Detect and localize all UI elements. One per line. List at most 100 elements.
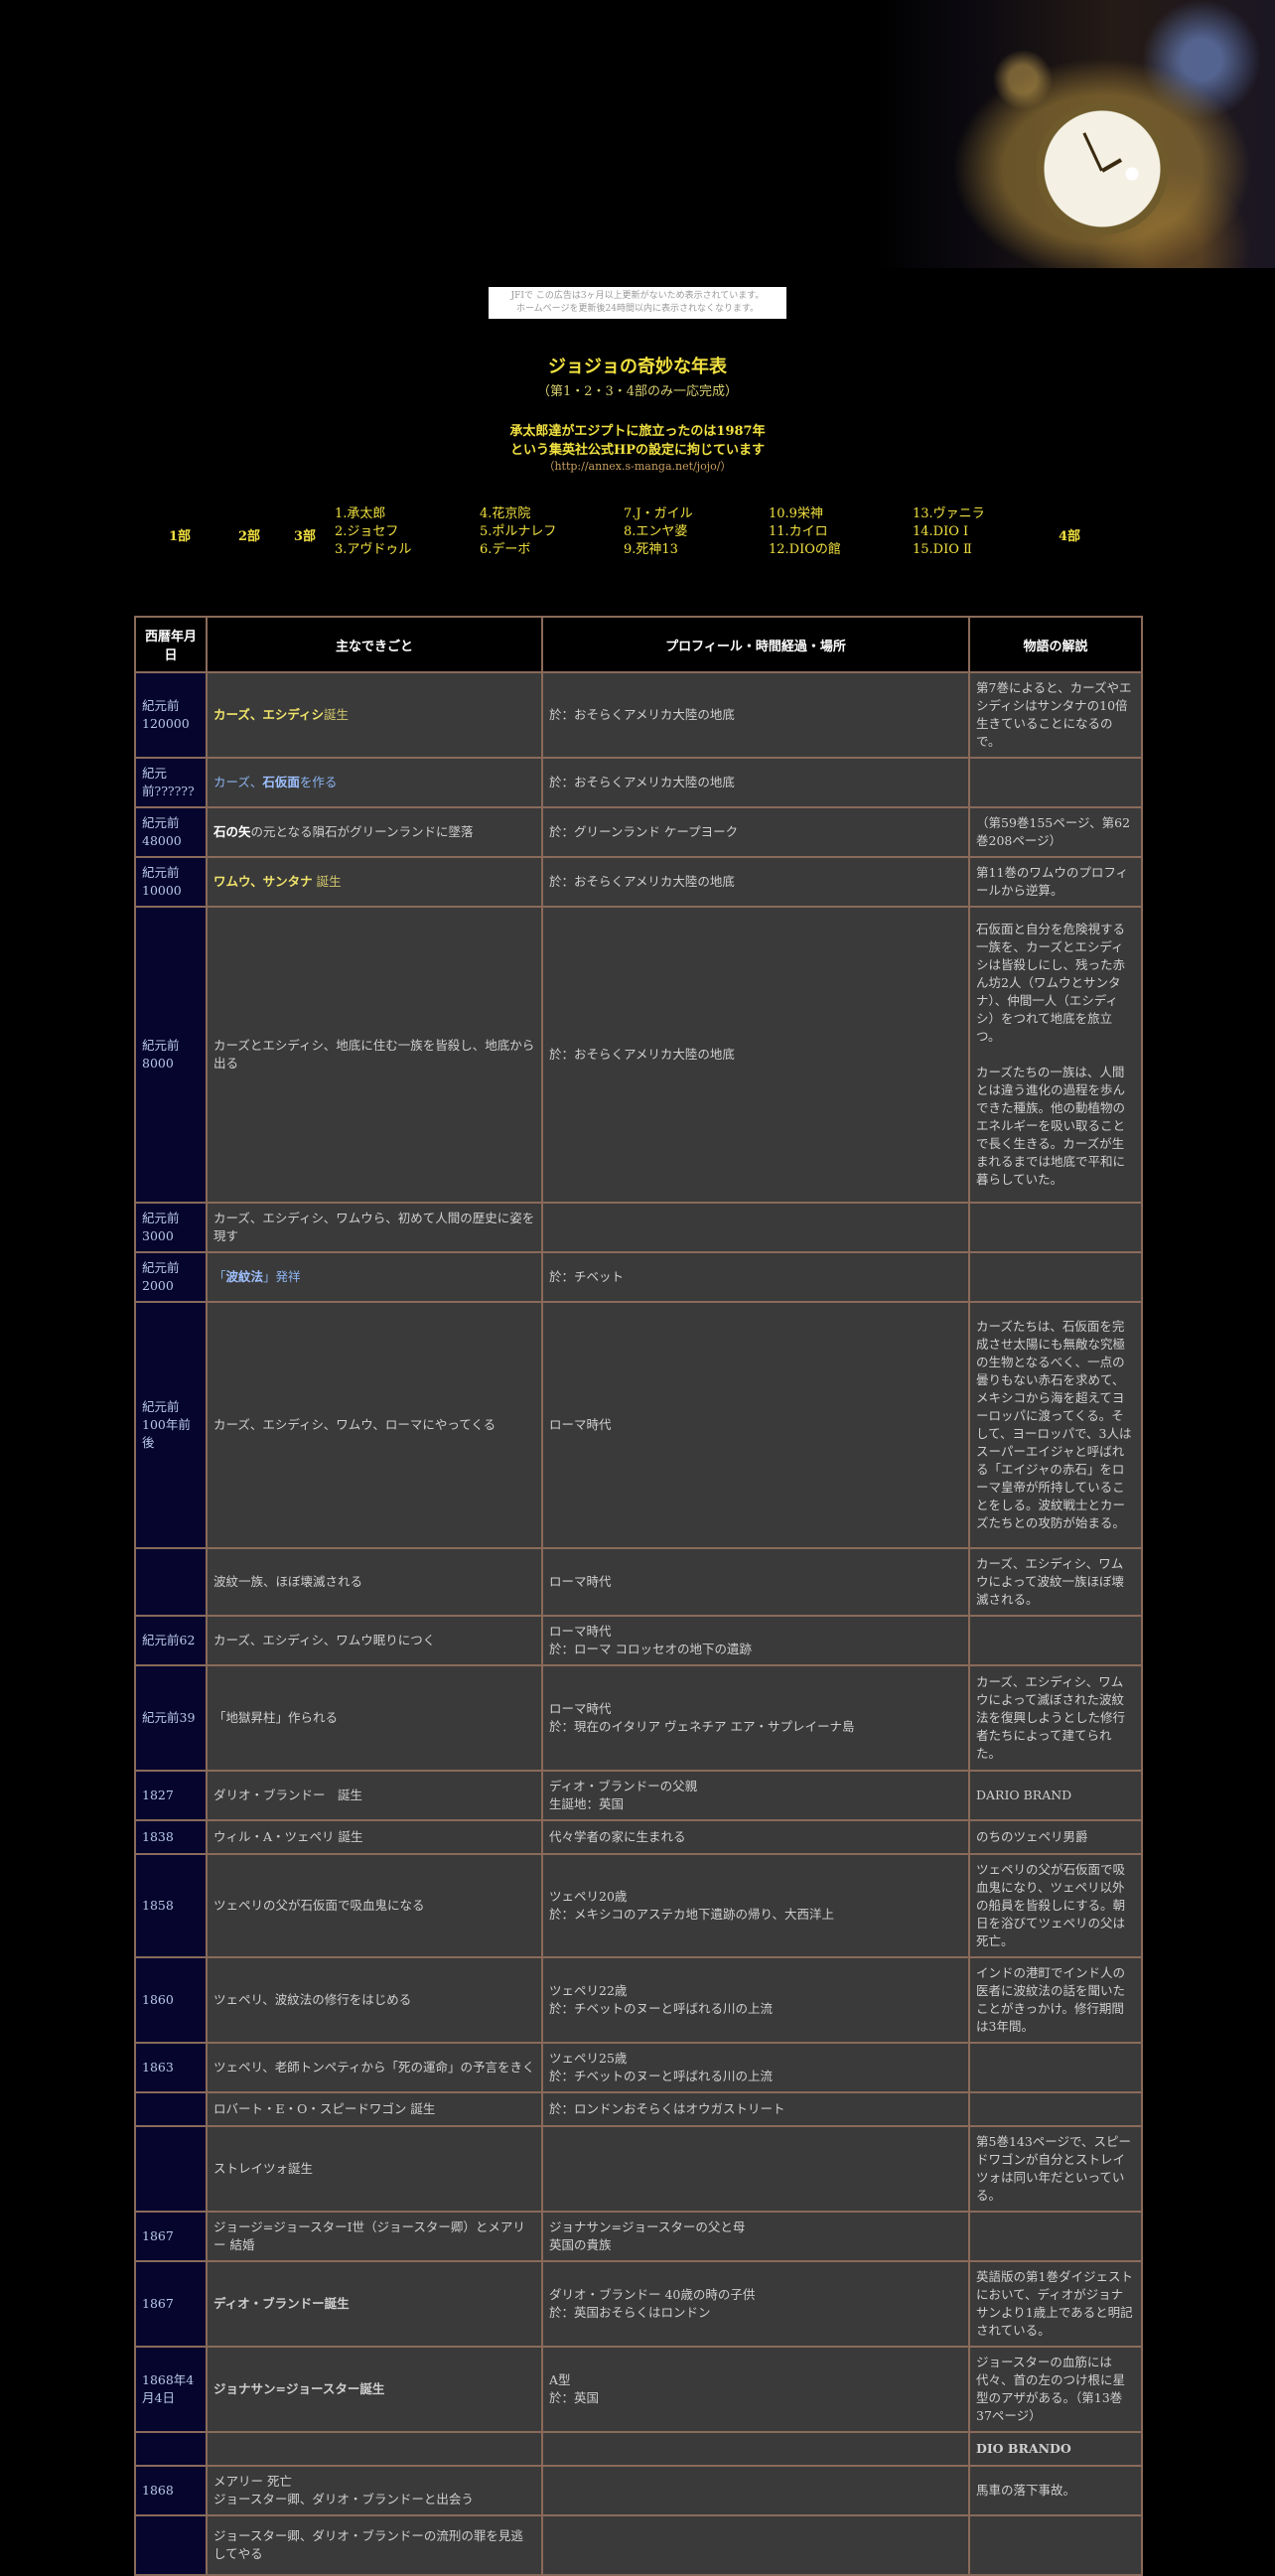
row-event <box>206 2431 543 2467</box>
row-event: ジョージ=ジョースターⅠ世（ジョースター卿）とメアリー 結婚 <box>206 2211 543 2262</box>
row-explain <box>968 757 1143 808</box>
row-event: ディオ・ブランドー誕生 <box>206 2260 543 2348</box>
row-date: 1827 <box>134 1770 208 1821</box>
event-text: 」発祥 <box>263 1269 301 1284</box>
nav-chapter-link[interactable]: 7.J・ガイル <box>624 505 693 523</box>
profile-line: ツェペリ22歳 <box>549 1983 628 1998</box>
row-explain: DIO BRANDO <box>968 2431 1143 2467</box>
profile-line: ディオ・ブランドーの父親 <box>549 1779 698 1793</box>
explain-paragraph: カーズたちの一族は、人間とは違う進化の過程を歩んできた種族。他の動植物のエネルギ… <box>976 1065 1126 1187</box>
nav-chapter-link[interactable]: 10.9栄神 <box>769 505 841 523</box>
nav-chapter-link[interactable]: 8.エンヤ婆 <box>624 523 693 541</box>
row-date: 紀元前?????? <box>134 757 208 808</box>
event-text: カーズ、 <box>213 775 263 789</box>
row-event: カーズとエシディシ、地底に住む一族を皆殺し、地底から出る <box>206 906 543 1204</box>
nav-chapter-link[interactable]: 15.DIO Ⅱ <box>913 541 985 559</box>
event-text: 誕生 <box>316 874 342 889</box>
nav-chapter-link[interactable]: 12.DIOの館 <box>769 541 841 559</box>
column-header-event: 主なできごと <box>206 616 543 673</box>
row-event: ワムウ、サンタナ 誕生 <box>206 856 543 908</box>
row-date <box>134 1547 208 1617</box>
table-row: 紀元前100年前後 カーズ、エシディシ、ワムウ、ローマにやってくる ローマ時代 … <box>134 1301 1143 1549</box>
item-name: 石仮面 <box>262 775 300 789</box>
setting-note: 承太郎達がエジプトに旅立ったのは1987年 <box>509 424 766 439</box>
nav-chapter-link[interactable]: 9.死神13 <box>624 541 693 559</box>
row-profile: 於：おそらくアメリカ大陸の地底 <box>541 671 970 759</box>
row-date <box>134 2431 208 2467</box>
nav-part-1[interactable]: 1部 <box>169 525 191 544</box>
row-date <box>134 2125 208 2213</box>
nav-chapter-link[interactable]: 14.DIO Ⅰ <box>913 523 985 541</box>
row-explain: （第59巻155ページ、第62巻208ページ） <box>968 806 1143 858</box>
character-name: ワムウ、サンタナ <box>213 874 313 889</box>
official-url-link[interactable]: （http://annex.s-manga.net/jojo/） <box>0 458 1275 474</box>
table-row: 紀元前62 カーズ、エシディシ、ワムウ眠りにつく ローマ時代 於：ローマ コロッ… <box>134 1615 1143 1666</box>
row-profile: ツェペリ25歳 於：チベットのヌーと呼ばれる川の上流 <box>541 2042 970 2093</box>
profile-line: 於：英国 <box>549 2390 600 2405</box>
nav-part-2[interactable]: 2部 <box>238 525 260 544</box>
row-profile: ディオ・ブランドーの父親 生誕地：英国 <box>541 1770 970 1821</box>
nav-chapter-link[interactable]: 11.カイロ <box>769 523 841 541</box>
nav-chapter-link[interactable]: 13.ヴァニラ <box>913 505 985 523</box>
row-profile: ジョナサン=ジョースターの父と母 英国の貴族 <box>541 2211 970 2262</box>
nav-chapter-link[interactable]: 2.ジョセフ <box>335 523 411 541</box>
row-date: 紀元前120000 <box>134 671 208 759</box>
nav-chapter-link[interactable]: 4.花京院 <box>480 505 556 523</box>
row-profile: 於：チベット <box>541 1251 970 1303</box>
row-profile: ローマ時代 <box>541 1301 970 1549</box>
profile-line: ツェペリ20歳 <box>549 1889 628 1904</box>
ad-notice[interactable]: JFIで この広告は3ヶ月以上更新がないため表示されています。 ホームページを更… <box>489 287 786 319</box>
row-event: ツェペリ、波紋法の修行をはじめる <box>206 1956 543 2044</box>
row-date <box>134 2514 208 2576</box>
row-profile: A型 於：英国 <box>541 2346 970 2433</box>
row-explain: 第11巻のワムウのプロフィールから逆算。 <box>968 856 1143 908</box>
watch-hand <box>1082 132 1103 172</box>
row-date: 紀元前8000 <box>134 906 208 1204</box>
column-header-explain: 物語の解説 <box>968 616 1143 673</box>
page-title: ジョジョの奇妙な年表 <box>548 357 727 377</box>
nav-chapter-link[interactable]: 3.アヴドゥル <box>335 541 411 559</box>
row-date: 1863 <box>134 2042 208 2093</box>
row-event: 「波紋法」発祥 <box>206 1251 543 1303</box>
row-explain: カーズたちは、石仮面を完成させ太陽にも無敵な究極の生物となるべく、一点の曇りもな… <box>968 1301 1143 1549</box>
timeline-table: 西暦年月日 主なできごと プロフィール・時間経過・場所 物語の解説 紀元前120… <box>134 616 1143 2576</box>
table-row: 1860 ツェペリ、波紋法の修行をはじめる ツェペリ22歳 於：チベットのヌーと… <box>134 1956 1143 2044</box>
column-header-profile: プロフィール・時間経過・場所 <box>541 616 970 673</box>
row-event: 波紋一族、ほぼ壊滅される <box>206 1547 543 1617</box>
profile-line: ジョナサン=ジョースターの父と母 <box>549 2219 746 2234</box>
row-explain: 第5巻143ページで、スピードワゴンが自分とストレイツォは同い年だといっている。 <box>968 2125 1143 2213</box>
table-row: 1867 ジョージ=ジョースターⅠ世（ジョースター卿）とメアリー 結婚 ジョナサ… <box>134 2211 1143 2262</box>
row-explain <box>968 2042 1143 2093</box>
profile-line: ツェペリ25歳 <box>549 2051 628 2066</box>
table-row: 紀元前48000 石の矢の元となる隕石がグリーンランドに墜落 於：グリーンランド… <box>134 806 1143 858</box>
row-date: 紀元前3000 <box>134 1202 208 1253</box>
nav-chapter-column: 4.花京院 5.ポルナレフ 6.デーボ <box>480 505 556 559</box>
item-name: 波紋法 <box>225 1269 264 1284</box>
row-profile: ツェペリ20歳 於：メキシコのアステカ地下遺跡の帰り、大西洋上 <box>541 1853 970 1958</box>
row-date: 1860 <box>134 1956 208 2044</box>
event-line: ジョースター卿、ダリオ・ブランドーと出会う <box>213 2492 474 2506</box>
table-row: 1827 ダリオ・ブランドー 誕生 ディオ・ブランドーの父親 生誕地：英国 DA… <box>134 1770 1143 1821</box>
profile-line: 於：チベットのヌーと呼ばれる川の上流 <box>549 2001 774 2016</box>
nav-chapter-link[interactable]: 6.デーボ <box>480 541 556 559</box>
pocket-watch-banner <box>874 0 1275 268</box>
profile-line: ローマ時代 <box>549 1624 612 1639</box>
nav-chapter-link[interactable]: 5.ポルナレフ <box>480 523 556 541</box>
row-date: 1868 <box>134 2465 208 2516</box>
nav-part-3[interactable]: 3部 <box>294 525 316 544</box>
event-text: 誕生 <box>324 707 350 722</box>
nav-chapter-column: 10.9栄神 11.カイロ 12.DIOの館 <box>769 505 841 559</box>
table-row: 紀元前39 「地獄昇柱」作られる ローマ時代 於：現在のイタリア ヴェネチア エ… <box>134 1664 1143 1772</box>
row-date: 紀元前39 <box>134 1664 208 1772</box>
nav-part-4[interactable]: 4部 <box>1059 525 1080 544</box>
nav-chapter-link[interactable]: 1.承太郎 <box>335 505 411 523</box>
row-date: 紀元前10000 <box>134 856 208 908</box>
table-row: 紀元前3000 カーズ、エシディシ、ワムウら、初めて人間の歴史に姿を現す <box>134 1202 1143 1253</box>
profile-line: 於：メキシコのアステカ地下遺跡の帰り、大西洋上 <box>549 1907 835 1922</box>
row-profile: 於：おそらくアメリカ大陸の地底 <box>541 757 970 808</box>
setting-note: という集英社公式HPの設定に拘じています <box>509 443 766 458</box>
row-profile: 於：ロンドンおそらくはオウガストリート <box>541 2091 970 2127</box>
nav-chapter-column: 7.J・ガイル 8.エンヤ婆 9.死神13 <box>624 505 693 559</box>
table-row: 紀元前8000 カーズとエシディシ、地底に住む一族を皆殺し、地底から出る 於：お… <box>134 906 1143 1204</box>
row-profile: ダリオ・ブランドー 40歳の時の子供 於：英国おそらくはロンドン <box>541 2260 970 2348</box>
